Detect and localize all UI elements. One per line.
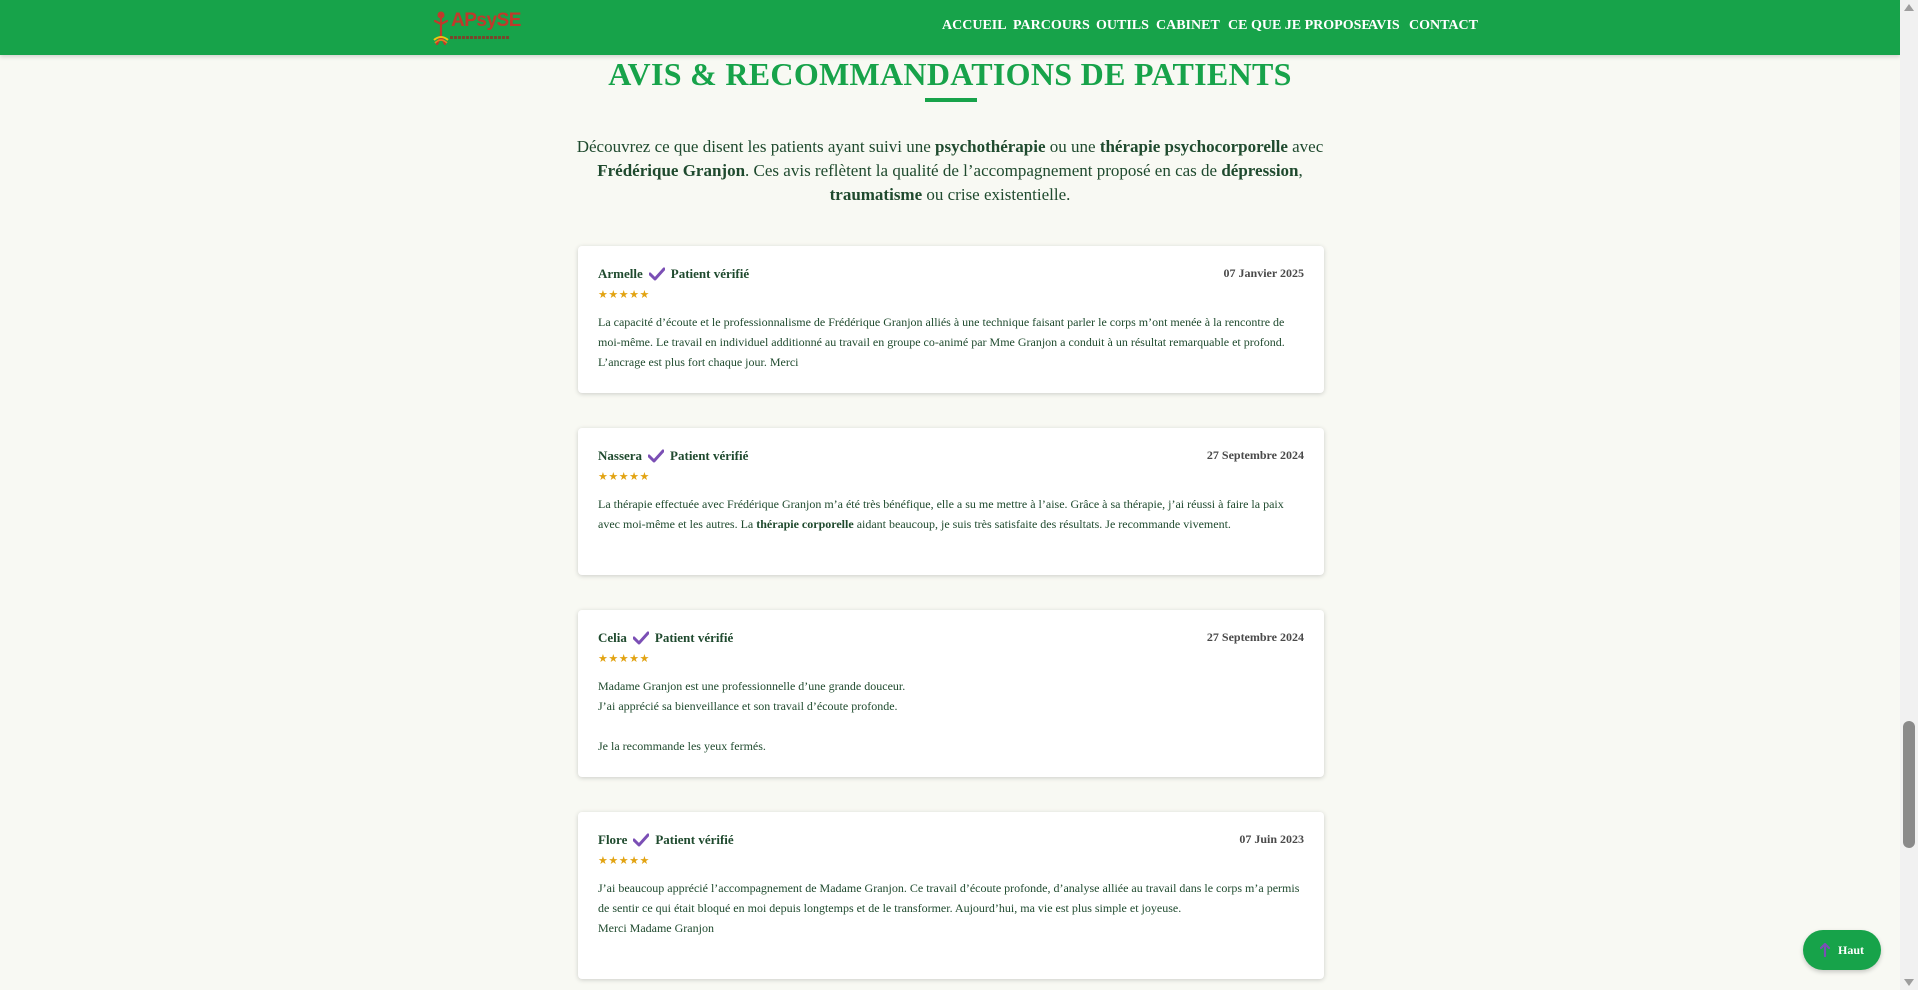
site-header: APsySE ACCUEIL PARCOURS OUTILS CABINET C… xyxy=(0,0,1900,55)
nav-item-outils[interactable]: OUTILS xyxy=(1096,18,1149,34)
page-scrollbar[interactable] xyxy=(1900,0,1918,990)
intro-text: avec xyxy=(1287,137,1324,156)
review-text: J’ai beaucoup apprécié l’accompagnement … xyxy=(598,878,1304,938)
intro-text: . Ces avis reflètent la qualité de l’acc… xyxy=(745,161,1222,180)
review-header: Flore Patient vérifié xyxy=(598,832,734,848)
verified-label: Patient vérifié xyxy=(670,448,749,463)
verified-check-icon xyxy=(632,631,650,645)
verified-label: Patient vérifié xyxy=(655,832,734,847)
review-header: Nassera Patient vérifié xyxy=(598,448,748,464)
review-card: Armelle Patient vérifié 07 Janvier 2025 … xyxy=(578,246,1324,393)
review-keyword: thérapie corporelle xyxy=(756,517,854,531)
scrollbar-thumb[interactable] xyxy=(1903,721,1915,848)
review-date: 07 Janvier 2025 xyxy=(1223,266,1304,280)
title-underline xyxy=(925,98,977,102)
verified-check-icon xyxy=(632,833,650,847)
intro-text: Découvrez ce que disent les patients aya… xyxy=(576,137,936,156)
review-card: Celia Patient vérifié 27 Septembre 2024 … xyxy=(578,610,1324,777)
intro-text: , xyxy=(1298,161,1303,180)
review-date: 27 Septembre 2024 xyxy=(1206,448,1304,462)
nav-item-parcours[interactable]: PARCOURS xyxy=(1013,18,1090,34)
nav-item-avis[interactable]: AVIS xyxy=(1368,18,1400,34)
review-line: Madame Granjon est une professionnelle d… xyxy=(598,679,906,693)
review-date: 07 Juin 2023 xyxy=(1239,832,1304,846)
intro-text: ou une xyxy=(1045,137,1100,156)
star-rating: ★★★★★ xyxy=(598,855,650,867)
scroll-up-arrow-icon[interactable] xyxy=(1904,4,1914,11)
review-text-part: aidant beaucoup, je suis très satisfaite… xyxy=(853,517,1231,531)
reviewer-name: Nassera xyxy=(598,448,643,463)
nav-item-ce-que-je-propose[interactable]: CE QUE JE PROPOSE xyxy=(1228,18,1371,34)
review-header: Armelle Patient vérifié xyxy=(598,266,749,282)
verified-check-icon xyxy=(648,267,666,281)
review-line: J’ai beaucoup apprécié l’accompagnement … xyxy=(598,881,1300,915)
page-title: AVIS & RECOMMANDATIONS DE PATIENTS xyxy=(608,56,1292,92)
review-paragraph: La capacité d’écoute et le professionnal… xyxy=(598,315,1285,369)
scroll-down-arrow-icon[interactable] xyxy=(1904,979,1914,986)
review-card: Flore Patient vérifié 07 Juin 2023 ★★★★★… xyxy=(578,812,1324,979)
intro-keyword: psychothérapie xyxy=(935,137,1046,156)
nav-item-contact[interactable]: CONTACT xyxy=(1409,18,1478,34)
review-text: La thérapie effectuée avec Frédérique Gr… xyxy=(598,494,1304,534)
nav-item-accueil[interactable]: ACCUEIL xyxy=(942,18,1007,34)
review-text: Madame Granjon est une professionnelle d… xyxy=(598,676,1304,756)
intro-text: ou crise existentielle. xyxy=(922,185,1071,204)
star-rating: ★★★★★ xyxy=(598,471,650,483)
intro-keyword: dépression xyxy=(1221,161,1299,180)
back-to-top-button[interactable]: Haut xyxy=(1803,930,1881,970)
review-line: Merci Madame Granjon xyxy=(598,921,714,935)
up-arrow-icon xyxy=(1819,942,1831,958)
star-rating: ★★★★★ xyxy=(598,653,650,665)
reviewer-name: Celia xyxy=(598,630,627,645)
reviewer-name: Armelle xyxy=(598,266,643,281)
verified-label: Patient vérifié xyxy=(654,630,734,645)
review-header: Celia Patient vérifié xyxy=(598,630,733,646)
reviewer-name: Flore xyxy=(598,832,628,847)
intro-keyword: thérapie psychocorporelle xyxy=(1099,137,1288,156)
review-line: J’ai apprécié sa bienveillance et son tr… xyxy=(598,699,898,713)
main-nav: ACCUEIL PARCOURS OUTILS CABINET CE QUE J… xyxy=(0,0,1900,55)
nav-item-cabinet[interactable]: CABINET xyxy=(1156,18,1220,34)
review-line: Je la recommande les yeux fermés. xyxy=(598,739,766,753)
intro-paragraph: Découvrez ce que disent les patients aya… xyxy=(575,135,1325,207)
verified-label: Patient vérifié xyxy=(670,266,750,281)
intro-keyword: traumatisme xyxy=(829,185,923,204)
back-to-top-label: Haut xyxy=(1837,942,1864,957)
intro-keyword: Frédérique Granjon xyxy=(597,161,746,180)
review-text: La capacité d’écoute et le professionnal… xyxy=(598,312,1304,372)
star-rating: ★★★★★ xyxy=(598,289,650,301)
review-date: 27 Septembre 2024 xyxy=(1206,630,1304,644)
review-paragraph: La thérapie effectuée avec Frédérique Gr… xyxy=(598,494,1304,534)
review-card: Nassera Patient vérifié 27 Septembre 202… xyxy=(578,428,1324,575)
verified-check-icon xyxy=(647,449,665,463)
